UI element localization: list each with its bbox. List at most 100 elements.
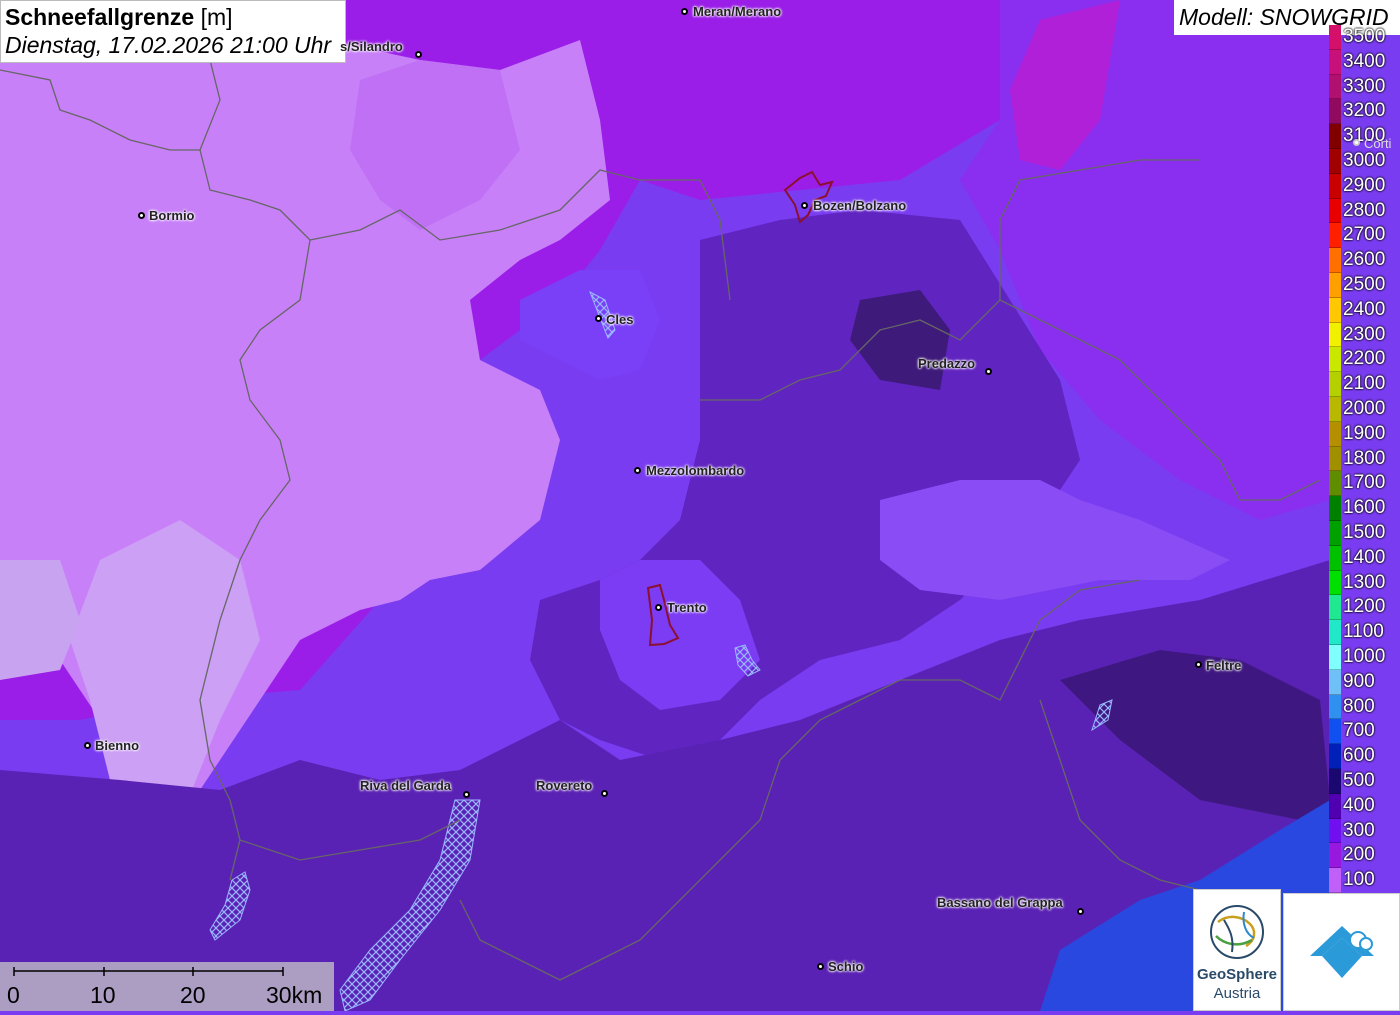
legend-swatch	[1329, 744, 1341, 769]
legend-row: 1800	[1329, 446, 1400, 472]
city-label: Meran/Merano	[693, 4, 782, 19]
legend-swatch	[1329, 843, 1341, 869]
city-marker-icon[interactable]	[633, 466, 641, 474]
city-marker-icon[interactable]	[600, 789, 608, 797]
legend-row: 2900	[1329, 173, 1400, 199]
legend-label: 2700	[1343, 224, 1386, 246]
legend-row: 2600	[1329, 248, 1400, 273]
legend-row: 1200	[1329, 595, 1400, 621]
scale-label-10: 10	[90, 982, 116, 1008]
legend-row: 2400	[1329, 297, 1400, 323]
legend-row: 700	[1329, 719, 1400, 745]
legend-row: 1500	[1329, 521, 1400, 546]
legend-swatch	[1329, 49, 1341, 75]
legend-row: 2200	[1329, 347, 1400, 373]
scale-label-30km: 30km	[266, 982, 323, 1008]
legend-row: 600	[1329, 744, 1400, 769]
city-label: Bassano del Grappa	[937, 895, 1063, 910]
legend-label: 2100	[1343, 373, 1386, 395]
legend-label: 3400	[1343, 50, 1386, 72]
city-marker-icon[interactable]	[654, 603, 662, 611]
legend-row: 300	[1329, 818, 1400, 844]
legend-row: 1900	[1329, 421, 1400, 447]
legend-row: 900	[1329, 669, 1400, 695]
geosphere-emblem-icon	[1210, 905, 1264, 959]
legend-swatch	[1329, 74, 1341, 100]
legend-row: 2000	[1329, 397, 1400, 422]
legend-swatch	[1329, 372, 1341, 397]
city-marker-icon[interactable]	[137, 211, 145, 219]
mountain-cloud-icon	[1310, 926, 1374, 978]
datetime: Dienstag, 17.02.2026 21:00 Uhr	[5, 32, 332, 58]
city-label: Bormio	[149, 208, 195, 223]
city-marker-icon[interactable]	[816, 962, 824, 970]
legend-swatch	[1329, 322, 1341, 348]
legend-label: 1700	[1343, 472, 1386, 494]
snowfall-line-map[interactable]	[0, 0, 1400, 1011]
legend-swatch	[1329, 124, 1341, 149]
legend-label: 3500	[1343, 26, 1386, 47]
legend-swatch	[1329, 521, 1341, 546]
legend-swatch	[1329, 645, 1341, 670]
legend-swatch	[1329, 570, 1341, 596]
city-label: Bozen/Bolzano	[813, 198, 907, 213]
legend-row: 2500	[1329, 273, 1400, 298]
legend-swatch	[1329, 669, 1341, 695]
legend-swatch	[1329, 868, 1341, 893]
legend-swatch	[1329, 620, 1341, 645]
city-label: Predazzo	[918, 356, 976, 371]
legend-label: 2900	[1343, 174, 1386, 196]
city-label: Bienno	[95, 738, 140, 753]
legend-row: 2100	[1329, 372, 1400, 397]
city-marker-icon[interactable]	[1194, 660, 1202, 668]
city-marker-icon[interactable]	[680, 7, 688, 15]
legend-row: 1700	[1329, 471, 1400, 497]
city-label: Riva del Garda	[360, 778, 452, 793]
legend-swatch	[1329, 347, 1341, 373]
legend-label: 900	[1343, 670, 1375, 692]
legend-label: 100	[1343, 869, 1375, 891]
city-marker-icon[interactable]	[594, 314, 602, 322]
legend-swatch	[1329, 297, 1341, 323]
legend-label: 2300	[1343, 323, 1386, 345]
city-marker-icon[interactable]	[414, 50, 422, 58]
city-marker-icon[interactable]	[1076, 907, 1084, 915]
legend-swatch	[1329, 273, 1341, 298]
legend-label: 2500	[1343, 274, 1386, 295]
legend-swatch	[1329, 149, 1341, 174]
legend-label: 300	[1343, 819, 1375, 841]
legend-label: 700	[1343, 720, 1375, 742]
legend-label: 1000	[1343, 646, 1386, 667]
title-box: Schneefallgrenze [m] Dienstag, 17.02.202…	[0, 0, 346, 63]
legend-row: 400	[1329, 793, 1400, 819]
legend-label: 3200	[1343, 100, 1386, 122]
legend-swatch	[1329, 694, 1341, 720]
partner-logo[interactable]	[1283, 893, 1400, 1011]
legend-swatch	[1329, 545, 1341, 571]
city-marker-icon[interactable]	[462, 790, 470, 798]
legend-row: 800	[1329, 694, 1400, 720]
legend-label: 200	[1343, 844, 1375, 866]
legend-row: 3400	[1329, 49, 1400, 75]
legend-label: 800	[1343, 695, 1375, 717]
legend-label: 1300	[1343, 571, 1386, 593]
legend-label: 1400	[1343, 546, 1386, 568]
legend-label: 2200	[1343, 348, 1386, 370]
city-marker-icon[interactable]	[83, 741, 91, 749]
city-marker-icon[interactable]	[984, 367, 992, 375]
city-label: Corti	[1364, 136, 1392, 151]
legend-row: 500	[1329, 769, 1400, 794]
city-label: Rovereto	[536, 778, 593, 793]
city-marker-icon[interactable]	[1352, 138, 1360, 146]
geosphere-logo[interactable]: GeoSphere Austria	[1193, 889, 1281, 1011]
scale-bar: 0 10 20 30km	[0, 962, 334, 1011]
legend-swatch	[1329, 198, 1341, 224]
city-label: s/Silandro	[340, 39, 403, 54]
city-marker-icon[interactable]	[800, 201, 808, 209]
legend-swatch	[1329, 173, 1341, 199]
scale-bar-graphic	[13, 967, 284, 976]
legend-label: 400	[1343, 794, 1375, 816]
legend-swatch	[1329, 446, 1341, 472]
title-unit: [m]	[200, 4, 233, 30]
legend-swatch	[1329, 248, 1341, 273]
